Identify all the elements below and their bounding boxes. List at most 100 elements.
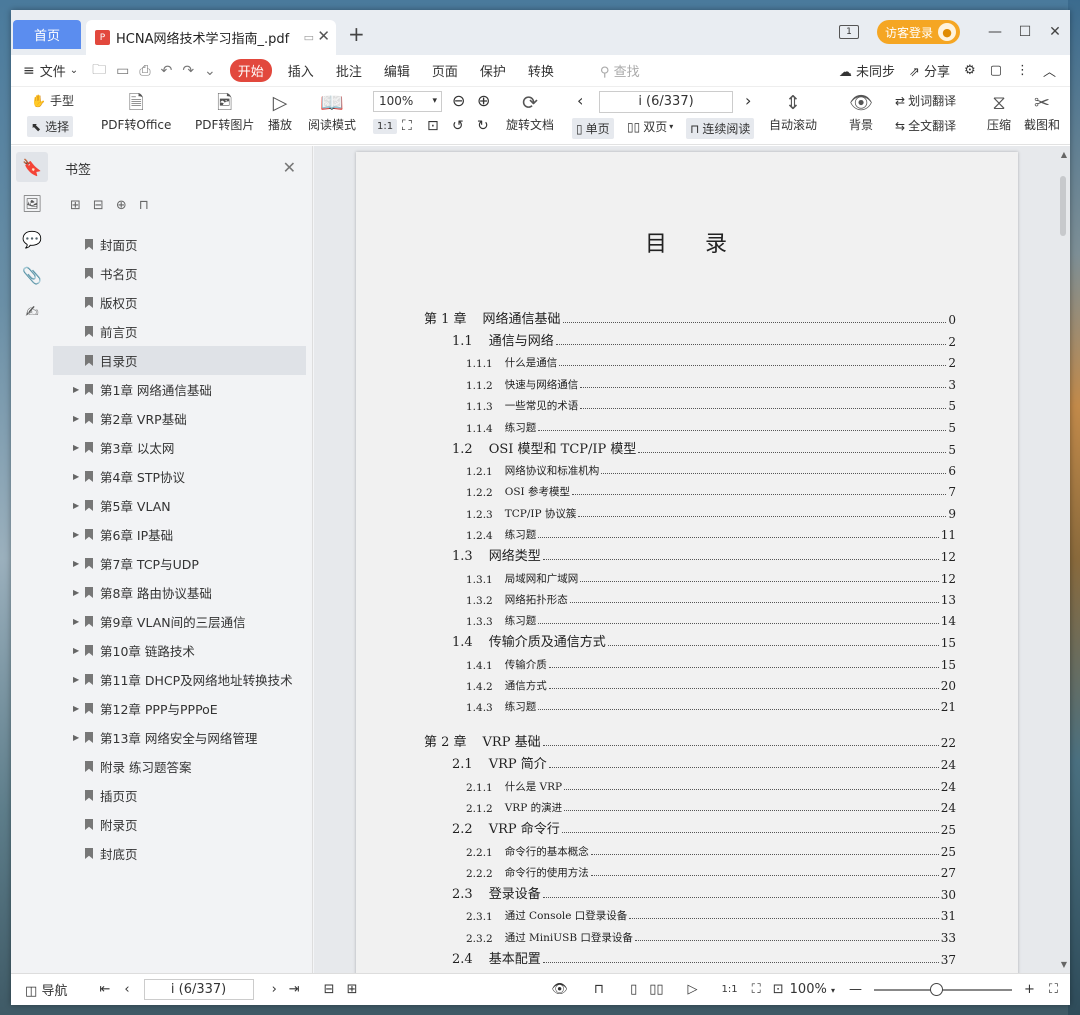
toc-entry[interactable]: 1.4.1 传输介质 15 (424, 650, 956, 672)
menu-insert[interactable]: 插入 (288, 61, 314, 80)
bookmark-item[interactable]: ▶ 第9章 VLAN间的三层通信 (53, 607, 312, 636)
auto-scroll-button[interactable]: ⇕ 自动滚动 (769, 90, 817, 133)
share-button[interactable]: ⇗ 分享 (909, 61, 950, 80)
toc-entry[interactable]: 1.2.3 TCP/IP 协议簇 9 (424, 499, 956, 521)
single-page-mode-icon[interactable]: ▯ (630, 982, 637, 997)
bookmark-item[interactable]: ▶ 第11章 DHCP及网络地址转换技术 (53, 665, 312, 694)
maximize-icon[interactable]: ☐ (1010, 24, 1040, 40)
prev-page-icon[interactable]: ‹ (577, 91, 583, 110)
menu-start[interactable]: 开始 (229, 59, 272, 82)
forward-icon[interactable]: ⊞ (347, 982, 358, 997)
first-page-icon[interactable]: ⇤ (99, 982, 110, 997)
next-page-icon[interactable]: › (745, 91, 751, 110)
bookmark-item[interactable]: ▶ 第3章 以太网 (53, 433, 312, 462)
zoom-in-icon[interactable]: + (1024, 982, 1035, 997)
actual-size-icon[interactable]: 1:1 (373, 119, 398, 134)
toc-entry[interactable]: 1.3 网络类型 12 (424, 542, 956, 564)
menu-convert[interactable]: 转换 (528, 61, 554, 80)
pdf-to-image-button[interactable]: 🖻 PDF转图片 (195, 90, 254, 133)
toc-entry[interactable]: 2.2.1 命令行的基本概念 25 (424, 837, 956, 859)
bookmark-item[interactable]: 插页页 (53, 781, 312, 810)
toc-entry[interactable]: 2.3 登录设备 30 (424, 880, 956, 902)
menu-protect[interactable]: 保护 (480, 61, 506, 80)
document-view[interactable]: 目录 第 1 章网络通信基础 0 1.1 通信与网络 2 1.1.1 什么是通信 2 1.1.2… (314, 146, 1070, 973)
quick-access-dropdown-icon[interactable]: ⌄ (204, 63, 216, 79)
undo-icon[interactable]: ↶ (161, 63, 173, 79)
screenshot-button[interactable]: ✂ 截图和 (1024, 90, 1060, 133)
close-icon[interactable]: ✕ (283, 158, 296, 177)
new-tab-plus-icon[interactable]: + (348, 22, 365, 46)
continuous-read-button[interactable]: ⊓ 连续阅读 (686, 118, 755, 139)
next-page-icon[interactable]: › (272, 982, 277, 997)
tab-window-icon[interactable]: ▭ (304, 31, 314, 44)
bookmark-item[interactable]: 附录页 (53, 810, 312, 839)
bookmark-item[interactable]: ▶ 第13章 网络安全与网络管理 (53, 723, 312, 752)
expand-arrow-icon[interactable]: ▶ (73, 559, 85, 568)
toc-entry[interactable]: 2.3.1 通过 Console 口登录设备 31 (424, 902, 956, 923)
toc-entry[interactable]: 第 2 章 VRP 基础 22 (424, 729, 956, 750)
toc-entry[interactable]: 1.2 OSI 模型和 TCP/IP 模型 5 (424, 435, 956, 457)
toc-entry[interactable]: 1.3.2 网络拓扑形态 13 (424, 586, 956, 607)
compress-button[interactable]: ⧖ 压缩 (987, 90, 1011, 133)
layout-switch-icon[interactable]: 1 (838, 25, 859, 39)
toc-entry[interactable]: 2.2.2 命令行的使用方法 27 (424, 859, 956, 880)
expand-arrow-icon[interactable]: ▶ (73, 443, 85, 452)
zoom-select[interactable]: 100% ▾ (373, 91, 442, 112)
scroll-down-icon[interactable]: ▼ (1061, 960, 1067, 969)
actual-size-mode-icon[interactable]: 1:1 (722, 984, 738, 995)
expand-arrow-icon[interactable]: ▶ (73, 733, 85, 742)
fullscreen-icon[interactable]: ⛶ (1049, 982, 1058, 997)
minimize-icon[interactable]: — (980, 24, 1010, 40)
bookmark-item[interactable]: 书名页 (53, 259, 312, 288)
double-page-button[interactable]: ▯▯ 双页 ▾ (627, 118, 673, 135)
status-page-input[interactable]: i (6/337) (143, 979, 254, 1000)
bookmark-item[interactable]: ▶ 第7章 TCP与UDP (53, 549, 312, 578)
signature-icon[interactable]: ✍ (16, 296, 48, 326)
bookmark-item[interactable]: 附录 练习题答案 (53, 752, 312, 781)
open-folder-icon[interactable]: 🗀 (92, 59, 106, 83)
home-tab[interactable]: 首页 (13, 20, 81, 49)
continuous-mode-icon[interactable]: ⊓ (594, 982, 604, 997)
bookmark-item[interactable]: ▶ 第12章 PPP与PPPoE (53, 694, 312, 723)
bookmark-item[interactable]: 封底页 (53, 839, 312, 868)
toc-entry[interactable]: 1.4 传输介质及通信方式 15 (424, 628, 956, 650)
zoom-out-icon[interactable]: — (849, 982, 862, 997)
single-page-button[interactable]: ▯ 单页 (572, 118, 614, 139)
toc-entry[interactable]: 1.1 通信与网络 2 (424, 327, 956, 349)
toc-entry[interactable]: 2.1.2 VRP 的演进 24 (424, 794, 956, 815)
vertical-scrollbar[interactable] (1060, 176, 1066, 236)
window-close-icon[interactable]: ✕ (1040, 24, 1070, 40)
bookmark-icon[interactable]: 🔖 (16, 152, 48, 182)
toc-entry[interactable]: 1.1.3 一些常见的术语 5 (424, 392, 956, 413)
comment-icon[interactable]: ▢ (990, 63, 1002, 78)
toc-entry[interactable]: 1.4.3 练习题 21 (424, 693, 956, 714)
fit-width-icon[interactable]: ⊡ (427, 118, 439, 134)
settings-icon[interactable]: ⚙ (964, 63, 976, 78)
save-icon[interactable]: ▭ (116, 63, 129, 79)
collapse-ribbon-icon[interactable]: ︿ (1043, 61, 1056, 80)
bookmark-item[interactable]: 前言页 (53, 317, 312, 346)
collapse-all-icon[interactable]: ⊟ (93, 198, 104, 213)
file-menu[interactable]: ≡ 文件 ⌄ (23, 61, 78, 81)
menu-page[interactable]: 页面 (432, 61, 458, 80)
expand-arrow-icon[interactable]: ▶ (73, 588, 85, 597)
menu-edit[interactable]: 编辑 (384, 61, 410, 80)
select-tool-button[interactable]: ⬉ 选择 (27, 116, 74, 137)
bookmark-item[interactable]: ▶ 第4章 STP协议 (53, 462, 312, 491)
prev-page-icon[interactable]: ‹ (124, 982, 129, 997)
full-translate-button[interactable]: ⇆ 全文翻译 (895, 117, 956, 134)
toc-entry[interactable]: 2.2 VRP 命令行 25 (424, 815, 956, 837)
menu-annotate[interactable]: 批注 (336, 61, 362, 80)
rotate-left-icon[interactable]: ↺ (452, 118, 464, 134)
toc-entry[interactable]: 2.1 VRP 简介 24 (424, 750, 956, 772)
play-button[interactable]: ▷ 播放 (268, 90, 292, 133)
rotate-document-button[interactable]: ⟳ 旋转文档 (506, 90, 554, 133)
toc-entry[interactable]: 1.3.1 局域网和广域网 12 (424, 564, 956, 586)
redo-icon[interactable]: ↷ (182, 63, 194, 79)
add-bookmark-icon[interactable]: ⊕ (116, 198, 127, 213)
zoom-slider[interactable] (873, 982, 1012, 996)
bookmark-item[interactable]: ▶ 第6章 IP基础 (53, 520, 312, 549)
fit-page-mode-icon[interactable]: ⛶ (752, 982, 761, 997)
document-tab[interactable]: P HCNA网络技术学习指南_.pdf ▭ ✕ (86, 20, 336, 55)
pdf-to-office-button[interactable]: 🗎 PDF转Office (101, 90, 171, 133)
